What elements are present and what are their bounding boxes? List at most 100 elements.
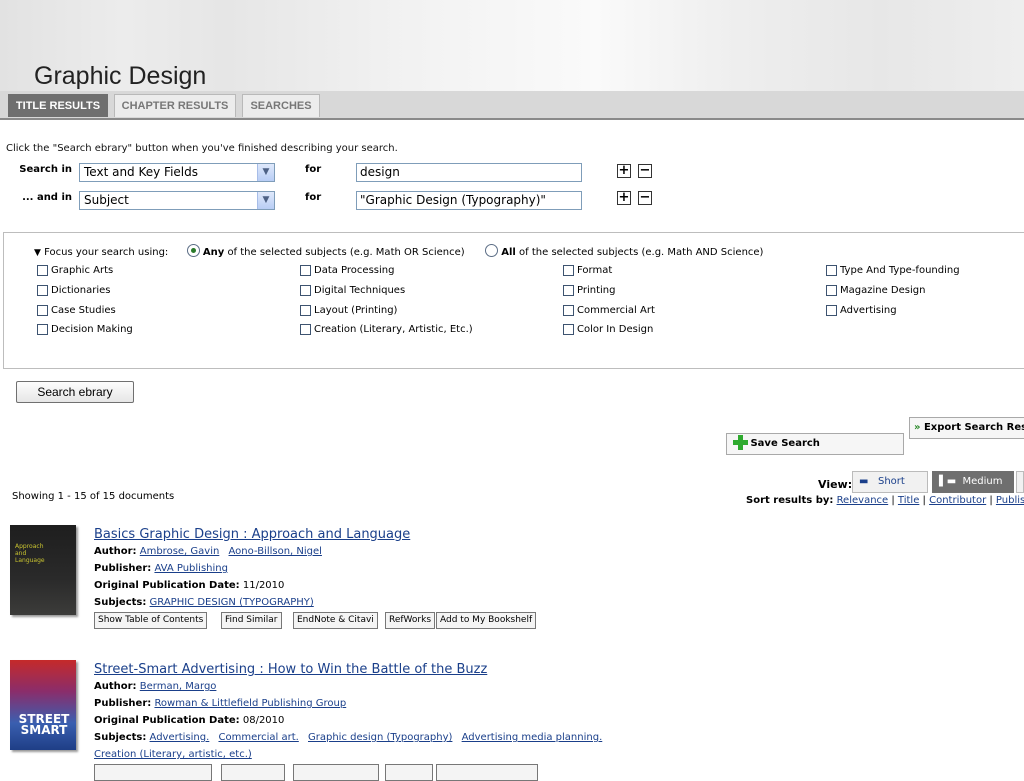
subject-checkbox[interactable] [37, 265, 48, 276]
result-pubdate-2: Original Publication Date: 08/2010 [94, 715, 284, 726]
subject-checkbox-item[interactable]: Color In Design [563, 324, 653, 335]
subject-checkbox-label: Data Processing [314, 265, 395, 276]
result-title-2[interactable]: Street-Smart Advertising : How to Win th… [94, 662, 487, 677]
subject-checkbox-label: Printing [577, 285, 616, 296]
subject-checkbox-item[interactable]: Digital Techniques [300, 285, 405, 296]
tab-chapter-results[interactable]: CHAPTER RESULTS [114, 94, 236, 117]
export-search-button[interactable]: » Export Search Resu [909, 417, 1024, 439]
remove-row-icon[interactable]: − [638, 164, 652, 178]
author-link[interactable]: Ambrose, Gavin [140, 546, 220, 557]
collapse-triangle-icon[interactable]: ▼ [34, 248, 41, 258]
subject-checkbox[interactable] [37, 285, 48, 296]
subject-link[interactable]: Advertising media planning. [462, 732, 603, 743]
subject-checkbox[interactable] [37, 324, 48, 335]
add-row-icon[interactable]: + [617, 164, 631, 178]
subject-link[interactable]: Graphic design (Typography) [308, 732, 452, 743]
tab-title-results[interactable]: TITLE RESULTS [8, 94, 108, 117]
show-toc-button[interactable]: Show Table of Contents [94, 612, 208, 629]
subject-link[interactable]: Advertising. [150, 732, 210, 743]
remove-row-icon[interactable]: − [638, 191, 652, 205]
for-label-2: for [305, 192, 322, 203]
author-link[interactable]: Berman, Margo [140, 681, 217, 692]
subject-link[interactable]: Creation (Literary, artistic, etc.) [94, 749, 252, 760]
find-similar-button[interactable] [221, 764, 285, 781]
subject-checkbox[interactable] [826, 265, 837, 276]
subject-link[interactable]: Commercial art. [218, 732, 298, 743]
add-bookshelf-button[interactable] [436, 764, 538, 781]
view-long-button[interactable] [1016, 471, 1024, 493]
publisher-link[interactable]: Rowman & Littlefield Publishing Group [154, 698, 346, 709]
for-label-1: for [305, 164, 322, 175]
subject-checkbox[interactable] [37, 305, 48, 316]
subject-checkbox-item[interactable]: Format [563, 265, 612, 276]
subject-checkbox-item[interactable]: Creation (Literary, Artistic, Etc.) [300, 324, 473, 335]
subject-link[interactable]: GRAPHIC DESIGN (TYPOGRAPHY) [150, 597, 314, 608]
sort-relevance[interactable]: Relevance [837, 495, 889, 506]
sort-label: Sort results by: [746, 495, 834, 506]
subject-checkbox-item[interactable]: Case Studies [37, 305, 116, 316]
subject-checkbox[interactable] [300, 324, 311, 335]
add-bookshelf-button[interactable]: Add to My Bookshelf [436, 612, 537, 629]
find-similar-button[interactable]: Find Similar [221, 612, 282, 629]
search-hint: Click the "Search ebrary" button when yo… [6, 143, 398, 154]
subject-checkbox-item[interactable]: Magazine Design [826, 285, 925, 296]
subject-checkbox-label: Commercial Art [577, 305, 655, 316]
chevron-down-icon: ▼ [257, 164, 274, 181]
pubdate-value: 11/2010 [242, 580, 285, 591]
result-publisher-1: Publisher: AVA Publishing [94, 563, 234, 574]
radio-all[interactable] [485, 244, 499, 257]
sort-title[interactable]: Title [898, 495, 919, 506]
search-field-select-1[interactable]: Text and Key Fields ▼ [79, 163, 275, 182]
refworks-button[interactable]: RefWorks [385, 612, 436, 629]
subject-checkbox[interactable] [826, 285, 837, 296]
subject-checkbox-item[interactable]: Commercial Art [563, 305, 655, 316]
subject-checkbox-item[interactable]: Dictionaries [37, 285, 111, 296]
search-field-select-2[interactable]: Subject ▼ [79, 191, 275, 210]
subjects-label: Subjects: [94, 732, 147, 743]
subject-checkbox-item[interactable]: Graphic Arts [37, 265, 113, 276]
radio-any[interactable] [186, 244, 200, 257]
endnote-button[interactable]: EndNote & Citavi [293, 612, 378, 629]
subject-checkbox-item[interactable]: Decision Making [37, 324, 133, 335]
show-toc-button[interactable] [94, 764, 212, 781]
subject-checkbox-label: Dictionaries [51, 285, 111, 296]
subject-checkbox-label: Color In Design [577, 324, 654, 335]
export-label: Export Search Resu [923, 422, 1024, 433]
subject-checkbox-item[interactable]: Advertising [826, 305, 897, 316]
subject-checkbox-item[interactable]: Printing [563, 285, 615, 296]
endnote-button[interactable] [293, 764, 379, 781]
view-medium-button[interactable]: ▌▬ Medium [932, 471, 1014, 493]
subject-checkbox[interactable] [563, 324, 574, 335]
page-title: Graphic Design [34, 62, 207, 90]
tab-searches[interactable]: SEARCHES [242, 94, 320, 117]
view-short-button[interactable]: ▬ Short [852, 471, 928, 493]
search-term-input-2[interactable]: "Graphic Design (Typography)" [356, 191, 582, 210]
save-search-button[interactable]: Save Search [726, 433, 904, 455]
publisher-link[interactable]: AVA Publishing [154, 563, 228, 574]
all-text: of the selected subjects (e.g. Math AND … [519, 247, 764, 258]
subject-checkbox[interactable] [300, 305, 311, 316]
search-term-input-1[interactable]: design [356, 163, 582, 182]
subject-checkbox-item[interactable]: Layout (Printing) [300, 305, 397, 316]
subject-checkbox[interactable] [826, 305, 837, 316]
subject-checkbox[interactable] [300, 265, 311, 276]
subject-checkbox[interactable] [563, 285, 574, 296]
search-ebrary-button[interactable]: Search ebrary [16, 381, 134, 403]
publisher-label: Publisher: [94, 698, 152, 709]
result-title-1[interactable]: Basics Graphic Design : Approach and Lan… [94, 527, 410, 542]
subject-checkbox-label: Magazine Design [840, 285, 926, 296]
add-row-icon[interactable]: + [617, 191, 631, 205]
subject-checkbox[interactable] [300, 285, 311, 296]
subject-checkbox[interactable] [563, 265, 574, 276]
author-link[interactable]: Aono-Billson, Nigel [229, 546, 322, 557]
pubdate-label: Original Publication Date: [94, 580, 240, 591]
sort-contributor[interactable]: Contributor [929, 495, 986, 506]
subject-checkbox-item[interactable]: Type And Type-founding [826, 265, 960, 276]
book-cover-2[interactable]: STREET SMART [10, 660, 76, 750]
sort-publisher[interactable]: Publis [996, 495, 1024, 506]
subject-checkbox[interactable] [563, 305, 574, 316]
book-cover-1[interactable]: Approach and Language [10, 525, 76, 615]
subject-checkbox-label: Digital Techniques [314, 285, 406, 296]
subject-checkbox-item[interactable]: Data Processing [300, 265, 394, 276]
refworks-button[interactable] [385, 764, 433, 781]
